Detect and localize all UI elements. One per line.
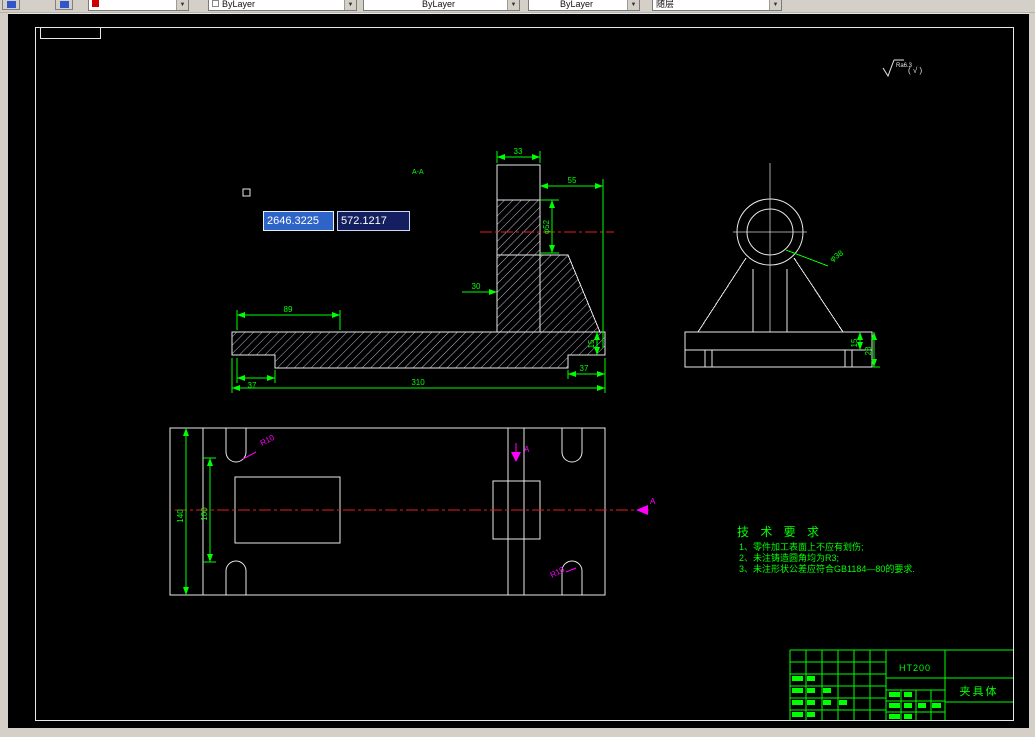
color-combo-value: ByLayer [222, 0, 256, 9]
current-color-swatch [212, 0, 219, 7]
toolbar-button[interactable] [2, 0, 20, 10]
layer-color-swatch [92, 0, 99, 7]
button-glyph-icon [6, 1, 16, 8]
properties-toolbar: ▼ ByLayer ▼ ByLayer ▼ ByLayer ▼ 随层 ▼ [0, 0, 1035, 13]
plotstyle-combo[interactable]: 随层 ▼ [652, 0, 782, 11]
chevron-down-icon[interactable]: ▼ [769, 0, 781, 10]
linetype-combo-value: ByLayer [422, 0, 456, 9]
chevron-down-icon[interactable]: ▼ [627, 0, 639, 10]
chevron-down-icon[interactable]: ▼ [176, 0, 188, 10]
lineweight-combo-value: ByLayer [560, 0, 594, 9]
lineweight-combo[interactable]: ByLayer ▼ [528, 0, 640, 11]
color-combo[interactable]: ByLayer ▼ [208, 0, 357, 11]
layers-icon [59, 1, 69, 8]
layer-combo[interactable]: ▼ [88, 0, 189, 11]
chevron-down-icon[interactable]: ▼ [344, 0, 356, 10]
plotstyle-combo-value: 随层 [656, 0, 675, 9]
linetype-combo[interactable]: ByLayer ▼ [363, 0, 520, 11]
layer-manager-button[interactable] [55, 0, 73, 10]
dynamic-input-y[interactable]: 572.1217 [337, 211, 410, 231]
drawing-canvas[interactable] [8, 12, 1029, 728]
chevron-down-icon[interactable]: ▼ [507, 0, 519, 10]
dynamic-input-x[interactable]: 2646.3225 [263, 211, 334, 231]
